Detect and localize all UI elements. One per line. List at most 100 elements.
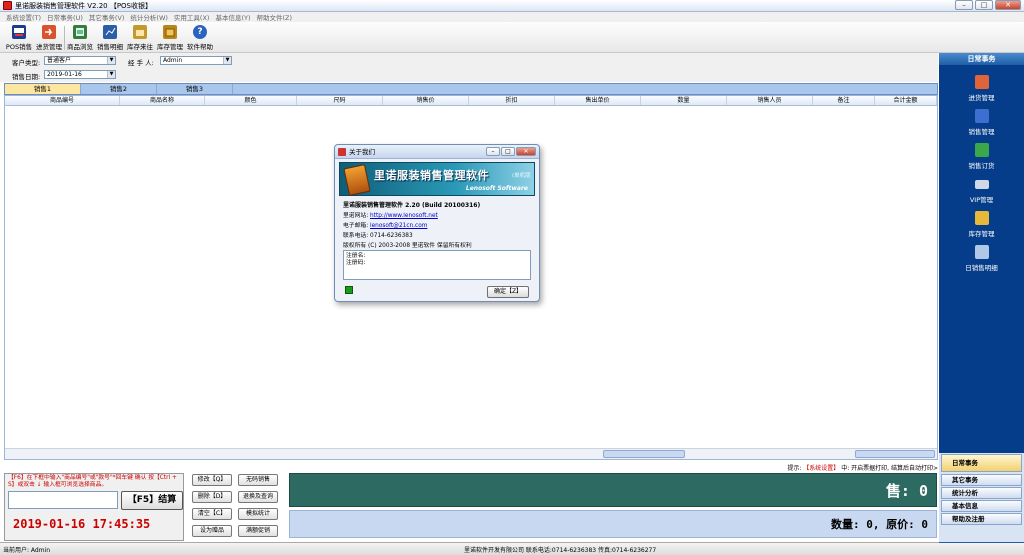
toolbar-inventory-flow-button[interactable]: 库存来往: [125, 22, 155, 53]
sidebar-item-inventory[interactable]: 库存管理: [939, 211, 1024, 238]
chevron-down-icon: ▼: [223, 57, 231, 64]
registration-code: 注册码:: [346, 260, 366, 266]
goods-browse-icon: [73, 24, 87, 39]
scrollbar-thumb-secondary[interactable]: [855, 450, 935, 458]
sidebar-item-daily-sales[interactable]: 日销售明细: [939, 245, 1024, 272]
sale-amount-display: 售: 0: [289, 473, 937, 507]
section-other-affairs[interactable]: 其它事务: [941, 474, 1022, 486]
status-bar: 当前用户: Admin 里诺软件开发有限公司 联系电话:0714-6236383…: [0, 542, 1024, 555]
clear-button[interactable]: 清空【C】: [192, 508, 232, 520]
col-size[interactable]: 尺码: [297, 96, 383, 105]
product-version: 里诺服装销售管理软件 2.20 (Build 20100316): [343, 202, 481, 209]
sale-amount-value: 售: 0: [885, 482, 928, 500]
toolbar-help-button[interactable]: ? 软件帮助: [185, 22, 215, 53]
dialog-close-button[interactable]: ✕: [516, 147, 536, 156]
phone-value: 0714-6236383: [370, 233, 413, 239]
tab-sale-2[interactable]: 销售2: [81, 84, 157, 94]
col-quantity[interactable]: 数量: [641, 96, 727, 105]
title-bar: 里诺服装销售管理软件 V2.20 【POS收银】 – □ ✕: [0, 0, 1024, 12]
toolbar-pos-button[interactable]: POS销售: [4, 22, 34, 53]
section-daily-affairs[interactable]: 日常事务: [941, 454, 1022, 472]
current-user: 当前用户: Admin: [3, 547, 51, 554]
checkout-button[interactable]: 【F5】结算: [121, 491, 183, 510]
customer-type-label: 客户类型:: [12, 59, 41, 67]
horizontal-scrollbar[interactable]: [5, 448, 937, 459]
help-icon: ?: [193, 24, 207, 39]
sidebar-title: 日常事务: [939, 53, 1024, 65]
set-gift-button[interactable]: 设为赠品: [192, 525, 232, 537]
col-color[interactable]: 颜色: [205, 96, 297, 105]
customer-type-select[interactable]: 普通客户 ▼: [44, 56, 116, 65]
col-discount[interactable]: 折扣: [469, 96, 555, 105]
sidebar-item-vip[interactable]: VIP管理: [939, 177, 1024, 204]
return-query-button[interactable]: 退换及查询: [238, 491, 278, 503]
col-goods-code[interactable]: 商品编号: [5, 96, 120, 105]
toolbar-goods-browse-button[interactable]: 商品浏览: [65, 22, 95, 53]
tab-sale-3[interactable]: 销售3: [157, 84, 233, 94]
sidebar-item-sales-manage[interactable]: 销售管理: [939, 109, 1024, 136]
website-label: 里诺网站:: [343, 213, 369, 219]
col-total[interactable]: 合计金额: [875, 96, 937, 105]
app-icon: [3, 1, 12, 10]
product-logo-icon: [343, 164, 371, 196]
goods-code-input[interactable]: [8, 491, 118, 509]
toolbar: POS销售 进货管理 商品浏览 销售明细 库存来往 库存管理 ? 软件帮助: [0, 22, 1024, 53]
simulate-stats-button[interactable]: 模拟统计: [238, 508, 278, 520]
section-help-register[interactable]: 帮助及注册: [941, 513, 1022, 525]
inventory-flow-icon: [133, 24, 147, 39]
scrollbar-thumb[interactable]: [603, 450, 685, 458]
ok-button[interactable]: 确定【Z】: [487, 286, 529, 298]
modify-button[interactable]: 修改【Q】: [192, 474, 232, 486]
inventory-icon: [163, 24, 177, 39]
sales-order-icon: [974, 143, 989, 157]
product-banner: 里诺服装销售管理软件 (单机版 Lenosoft Software: [339, 162, 535, 196]
dialog-title: 关于我们: [349, 148, 375, 156]
input-hint: 【F6】在下框中输入"商品编号"或"款号"*回车键 确认 按【Ctrl + S】…: [8, 475, 177, 488]
email-link[interactable]: lenosoft@21cn.com: [370, 223, 427, 229]
vip-card-icon: [974, 180, 989, 189]
col-goods-name[interactable]: 商品名称: [120, 96, 205, 105]
dialog-maximize-button[interactable]: □: [501, 147, 515, 156]
sidebar-item-stock-in[interactable]: 进货管理: [939, 75, 1024, 102]
inventory-icon: [974, 211, 989, 225]
handler-select[interactable]: Admin ▼: [160, 56, 232, 65]
menu-help[interactable]: 帮助文件(Z): [254, 12, 296, 22]
col-sale-price[interactable]: 销售价: [383, 96, 469, 105]
menu-tools[interactable]: 实用工具(X): [171, 12, 213, 22]
delete-button[interactable]: 删除【D】: [192, 491, 232, 503]
tab-sale-1[interactable]: 销售1: [5, 84, 81, 94]
full-promo-button[interactable]: 满额促销: [238, 525, 278, 537]
col-unit-price[interactable]: 售出单价: [555, 96, 641, 105]
toolbar-inventory-button[interactable]: 库存管理: [155, 22, 185, 53]
status-indicator: [345, 286, 353, 294]
menu-system-settings[interactable]: 系统设置(T): [3, 12, 44, 22]
website-link[interactable]: http://www.lenosoft.net: [370, 213, 438, 219]
chevron-down-icon: ▼: [107, 57, 115, 64]
phone-label: 联系电话:: [343, 233, 369, 239]
menu-basic-info[interactable]: 基本信息(Y): [212, 12, 253, 22]
menu-daily-affairs[interactable]: 日常事务(U): [44, 12, 86, 22]
toolbar-stock-in-button[interactable]: 进货管理: [34, 22, 64, 53]
registration-box: 注册名: 注册码:: [343, 250, 531, 280]
sale-date-picker[interactable]: 2019-01-16 ▼: [44, 70, 116, 79]
maximize-button[interactable]: □: [975, 0, 993, 10]
toolbar-sales-detail-button[interactable]: 销售明细: [95, 22, 125, 53]
about-dialog: 关于我们 – □ ✕ 里诺服装销售管理软件 (单机版 Lenosoft Soft…: [334, 144, 540, 302]
sales-manage-icon: [974, 109, 989, 123]
col-remark[interactable]: 备注: [813, 96, 875, 105]
minimize-button[interactable]: –: [955, 0, 973, 10]
menu-other-affairs[interactable]: 其它事务(V): [86, 12, 128, 22]
stock-in-icon: [974, 75, 989, 89]
section-statistics[interactable]: 统计分析: [941, 487, 1022, 499]
pos-register-icon: [12, 24, 26, 39]
copyright: 版权所有 (C) 2003-2008 里诺软件 保留所有权利: [343, 243, 472, 249]
right-sidebar: 日常事务 进货管理 销售管理 销售订货 VIP管理 库存管理 日销售明细 日常事…: [939, 53, 1024, 543]
col-salesperson[interactable]: 销售人员: [727, 96, 813, 105]
handler-label: 经 手 人:: [128, 59, 154, 67]
menu-statistics[interactable]: 统计分析(W): [127, 12, 171, 22]
close-button[interactable]: ✕: [995, 0, 1021, 10]
no-code-sale-button[interactable]: 无码销售: [238, 474, 278, 486]
sidebar-item-sales-order[interactable]: 销售订货: [939, 143, 1024, 170]
dialog-minimize-button[interactable]: –: [486, 147, 500, 156]
section-basic-info[interactable]: 基本信息: [941, 500, 1022, 512]
